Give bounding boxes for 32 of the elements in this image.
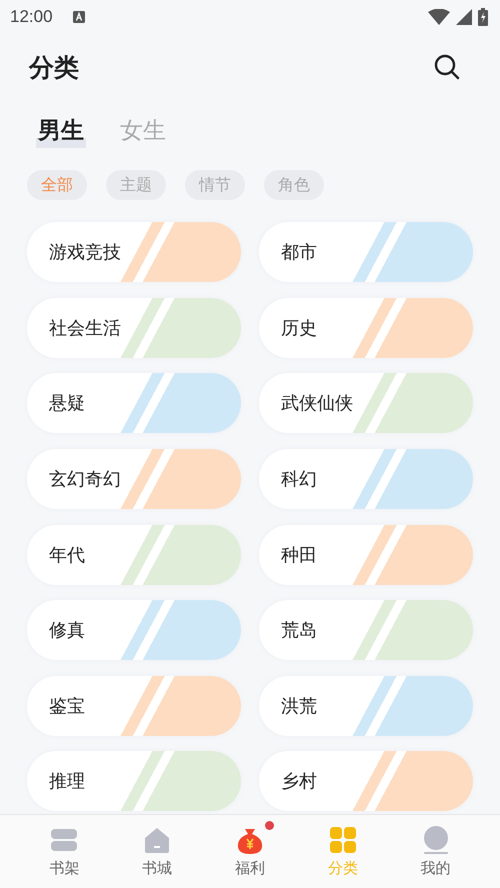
category-card[interactable]: 历史 <box>259 298 473 358</box>
keyboard-indicator-icon <box>72 11 85 23</box>
search-button[interactable] <box>432 52 462 82</box>
house-icon <box>144 827 170 853</box>
category-card[interactable]: 悬疑 <box>27 373 241 434</box>
category-card[interactable]: 科幻 <box>259 448 473 509</box>
battery-icon <box>478 8 488 26</box>
category-card[interactable]: 鉴宝 <box>27 676 241 736</box>
nav-tab[interactable]: 我的 <box>406 815 466 888</box>
stacked-books-icon <box>51 828 78 852</box>
category-card[interactable]: 都市 <box>259 222 473 282</box>
grid-icon <box>330 827 356 853</box>
signal-icon <box>456 9 472 25</box>
status-time: 12:00 <box>10 7 53 27</box>
category-card[interactable]: 荒岛 <box>259 600 473 660</box>
category-card[interactable]: 游戏竞技 <box>27 222 241 282</box>
category-card[interactable]: 推理 <box>27 751 241 812</box>
money-bag-icon <box>236 826 264 854</box>
category-card[interactable]: 武侠仙侠 <box>259 373 473 434</box>
category-card[interactable]: 种田 <box>259 524 473 584</box>
nav-tab[interactable]: 书架 <box>34 815 94 888</box>
nav-tab[interactable]: 福利 <box>220 815 280 888</box>
category-card[interactable]: 年代 <box>27 524 241 584</box>
nav-tab[interactable]: 书城 <box>127 815 188 888</box>
category-card[interactable]: 社会生活 <box>27 298 241 358</box>
category-card[interactable]: 玄幻奇幻 <box>27 448 241 509</box>
category-card[interactable]: 乡村 <box>259 751 473 812</box>
category-card[interactable]: 修真 <box>27 600 241 660</box>
wifi-icon <box>428 9 450 25</box>
category-card[interactable]: 洪荒 <box>259 676 473 736</box>
person-icon <box>422 826 449 854</box>
page-title: 分类 <box>29 52 79 84</box>
